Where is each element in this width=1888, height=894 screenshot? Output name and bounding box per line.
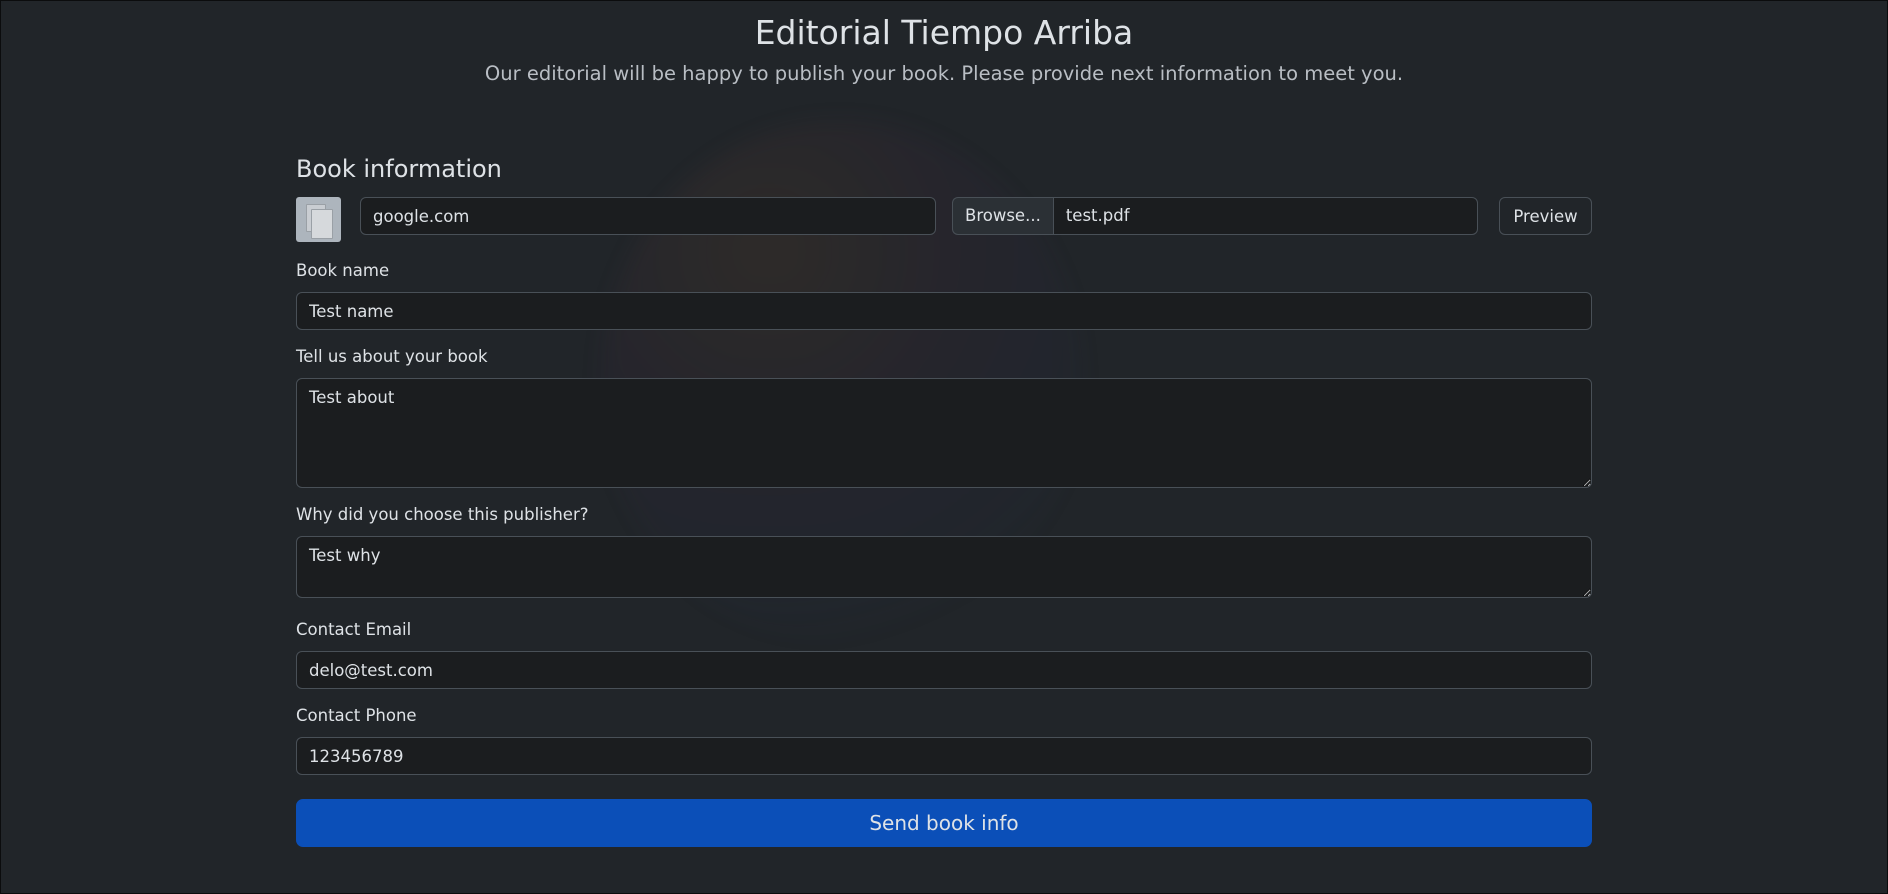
book-form: Book information Browse... test.pdf Prev… [296, 151, 1592, 847]
phone-label: Contact Phone [296, 706, 417, 725]
book-name-label: Book name [296, 261, 390, 280]
file-upload-group: Browse... test.pdf [952, 197, 1478, 235]
why-textarea[interactable]: Test why [296, 536, 1592, 598]
book-url-input[interactable] [360, 197, 936, 235]
section-title-book-information: Book information [296, 155, 502, 183]
why-label: Why did you choose this publisher? [296, 505, 589, 524]
email-field: Contact Email [296, 618, 1592, 689]
about-label: Tell us about your book [296, 347, 488, 366]
page: Editorial Tiempo Arriba Our editorial wi… [0, 0, 1888, 894]
phone-field: Contact Phone [296, 704, 1592, 775]
page-front-shape [311, 209, 333, 239]
phone-input[interactable] [296, 737, 1592, 775]
document-thumbnail-icon [296, 197, 341, 242]
email-label: Contact Email [296, 620, 412, 639]
browse-button[interactable]: Browse... [952, 197, 1053, 235]
send-book-info-button[interactable]: Send book info [296, 799, 1592, 847]
why-field: Why did you choose this publisher? Test … [296, 503, 1592, 598]
email-input[interactable] [296, 651, 1592, 689]
page-subtitle: Our editorial will be happy to publish y… [484, 62, 1404, 85]
file-name-field[interactable]: test.pdf [1052, 197, 1478, 235]
book-name-input[interactable] [296, 292, 1592, 330]
about-field: Tell us about your book Test about [296, 345, 1592, 488]
book-name-field: Book name [296, 259, 1592, 330]
page-header: Editorial Tiempo Arriba Our editorial wi… [1, 13, 1887, 87]
book-file-row: Browse... test.pdf Preview [296, 197, 1592, 245]
preview-button[interactable]: Preview [1499, 197, 1592, 235]
page-title: Editorial Tiempo Arriba [754, 13, 1134, 52]
about-textarea[interactable]: Test about [296, 378, 1592, 488]
